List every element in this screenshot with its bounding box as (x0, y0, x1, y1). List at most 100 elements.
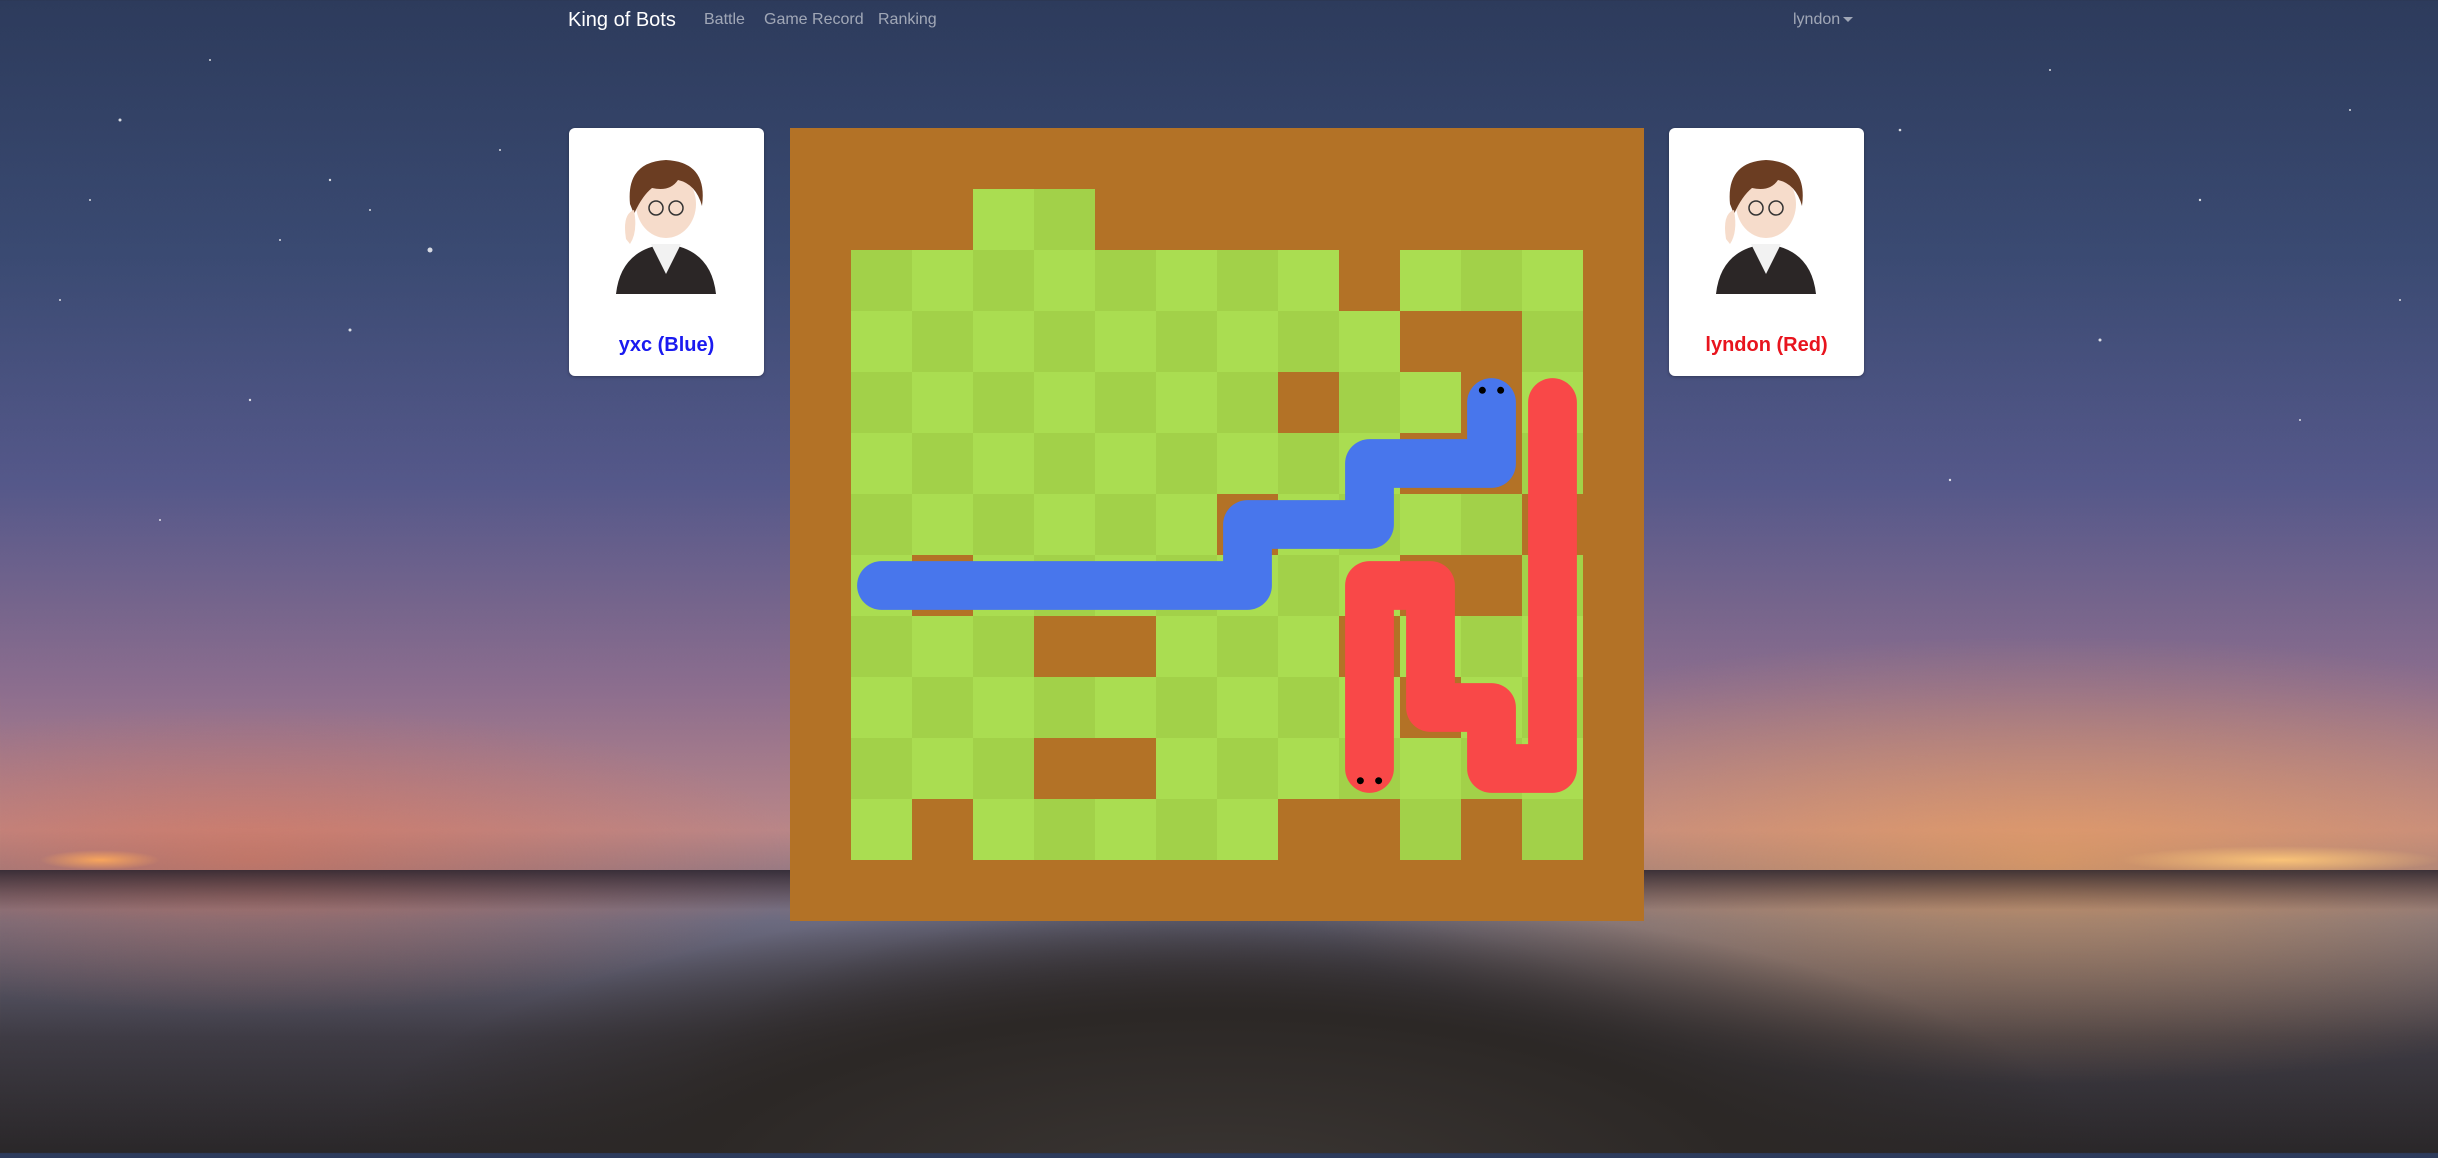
grass-cell (1217, 738, 1279, 800)
wall-cell (1095, 189, 1157, 251)
wall-cell (1461, 311, 1523, 373)
grass-cell (851, 799, 913, 861)
wall-cell (790, 311, 852, 373)
wall-cell (1583, 555, 1644, 617)
wall-cell (912, 189, 974, 251)
wall-cell (1339, 189, 1401, 251)
wall-cell (851, 860, 913, 921)
blue-snake-eye-icon (1478, 386, 1486, 394)
nav-game-record[interactable]: Game Record (764, 11, 864, 29)
grass-cell (1461, 616, 1523, 678)
nav-ranking[interactable]: Ranking (878, 11, 937, 29)
rock-foreground (0, 893, 2438, 1153)
wall-cell (1095, 860, 1157, 921)
grass-cell (1095, 311, 1157, 373)
blue-snake-eye-icon (1497, 386, 1505, 394)
wall-cell (790, 738, 852, 800)
wall-cell (790, 372, 852, 434)
wall-cell (1339, 128, 1401, 190)
red-player-card: lyndon (Red) (1669, 128, 1864, 376)
grass-cell (1095, 799, 1157, 861)
grass-cell (912, 250, 974, 312)
wall-cell (1217, 860, 1279, 921)
wall-cell (1583, 189, 1644, 251)
grass-cell (1522, 250, 1584, 312)
grass-cell (1034, 372, 1096, 434)
grass-cell (1278, 250, 1340, 312)
grass-cell (912, 738, 974, 800)
grass-cell (1095, 494, 1157, 556)
grass-cell (851, 738, 913, 800)
grass-cell (1217, 250, 1279, 312)
wall-cell (1583, 372, 1644, 434)
grass-cell (973, 738, 1035, 800)
grass-cell (851, 494, 913, 556)
grass-cell (1400, 738, 1462, 800)
grass-cell (1278, 677, 1340, 739)
chevron-down-icon (1843, 17, 1854, 23)
grass-cell (1400, 494, 1462, 556)
nav-battle[interactable]: Battle (704, 11, 745, 29)
grass-cell (1034, 250, 1096, 312)
wall-cell (1278, 372, 1340, 434)
wall-cell (1400, 860, 1462, 921)
wall-cell (1278, 189, 1340, 251)
grass-cell (1034, 189, 1096, 251)
wall-cell (1583, 494, 1644, 556)
wall-cell (1217, 189, 1279, 251)
grass-cell (1461, 494, 1523, 556)
grass-cell (1034, 433, 1096, 495)
grass-cell (912, 311, 974, 373)
wall-cell (1583, 311, 1644, 373)
wall-cell (1156, 860, 1218, 921)
wall-cell (1400, 128, 1462, 190)
wall-cell (912, 799, 974, 861)
grass-cell (1156, 372, 1218, 434)
wall-cell (1095, 128, 1157, 190)
wall-cell (790, 189, 852, 251)
blue-player-avatar (616, 160, 716, 294)
grass-cell (973, 494, 1035, 556)
wall-cell (1156, 189, 1218, 251)
red-player-name: lyndon (Red) (1705, 334, 1828, 356)
grass-cell (851, 433, 913, 495)
wall-cell (790, 616, 852, 678)
wall-cell (1034, 860, 1096, 921)
wall-cell (1217, 128, 1279, 190)
brand-link[interactable]: King of Bots (568, 9, 676, 32)
red-snake-eye-icon (1356, 777, 1364, 785)
wall-cell (790, 494, 852, 556)
grass-cell (1217, 372, 1279, 434)
user-dropdown[interactable]: lyndon (1793, 11, 1854, 29)
wall-cell (1400, 311, 1462, 373)
grass-cell (1095, 372, 1157, 434)
grass-cell (912, 433, 974, 495)
wall-cell (1583, 738, 1644, 800)
grass-cell (851, 372, 913, 434)
grass-cell (1034, 799, 1096, 861)
wall-cell (1522, 860, 1584, 921)
grass-cell (1156, 433, 1218, 495)
grass-cell (1156, 677, 1218, 739)
grass-cell (1400, 250, 1462, 312)
grass-cell (973, 799, 1035, 861)
grass-cell (1461, 250, 1523, 312)
game-board[interactable] (790, 128, 1644, 921)
wall-cell (1583, 616, 1644, 678)
red-player-avatar (1716, 160, 1816, 294)
grass-cell (1156, 738, 1218, 800)
grass-cell (1095, 433, 1157, 495)
grass-cell (1034, 677, 1096, 739)
grass-cell (973, 616, 1035, 678)
wall-cell (1156, 128, 1218, 190)
wall-cell (1583, 250, 1644, 312)
wall-cell (1583, 433, 1644, 495)
wall-cell (1522, 189, 1584, 251)
grass-cell (973, 677, 1035, 739)
wall-cell (790, 799, 852, 861)
grass-cell (1095, 250, 1157, 312)
wall-cell (1583, 860, 1644, 921)
wall-cell (1034, 128, 1096, 190)
grass-cell (973, 311, 1035, 373)
grass-cell (1278, 311, 1340, 373)
